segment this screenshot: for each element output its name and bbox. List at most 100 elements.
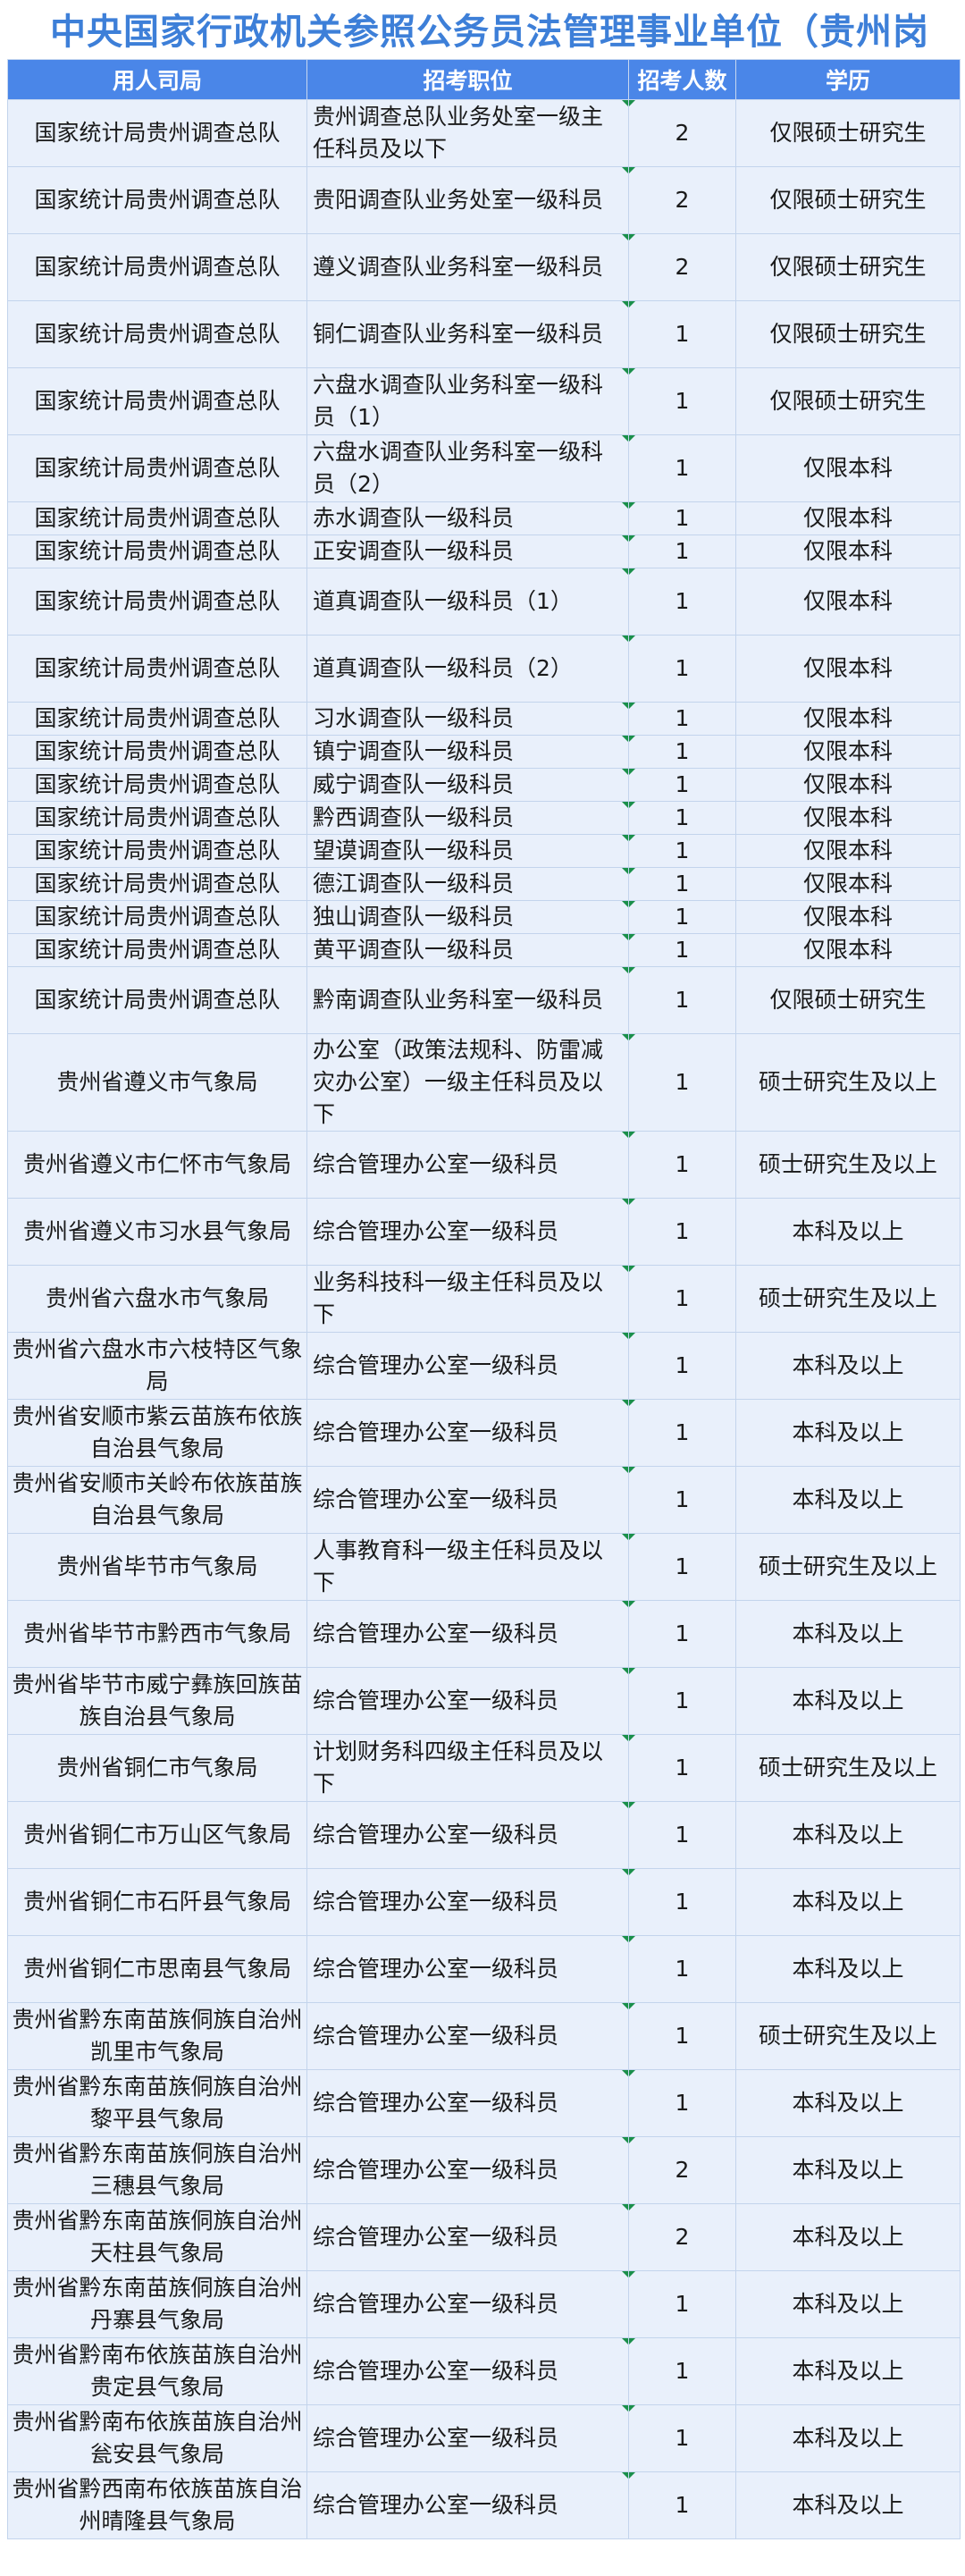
cell-position: 计划财务科四级主任科员及以下: [306, 1734, 629, 1802]
table-row: 国家统计局贵州调查总队 黔西调查队一级科员 1 仅限本科: [7, 801, 961, 835]
column-header-org: 用人司局: [7, 59, 307, 100]
cell-org: 贵州省安顺市紫云苗族布依族自治县气象局: [7, 1399, 307, 1467]
cell-education: 硕士研究生及以上: [735, 1265, 961, 1333]
cell-org: 贵州省遵义市气象局: [7, 1033, 307, 1132]
cell-position: 综合管理办公室一级科员: [306, 1332, 629, 1400]
cell-count: 2: [628, 99, 736, 167]
cell-org: 国家统计局贵州调查总队: [7, 966, 307, 1034]
cell-count: 1: [628, 933, 736, 967]
cell-education: 本科及以上: [735, 2270, 961, 2338]
cell-position: 综合管理办公室一级科员: [306, 1466, 629, 1534]
table-row: 国家统计局贵州调查总队 六盘水调查队业务科室一级科员（1） 1 仅限硕士研究生: [7, 367, 961, 435]
cell-position: 综合管理办公室一级科员: [306, 1667, 629, 1735]
table-row: 贵州省铜仁市万山区气象局 综合管理办公室一级科员 1 本科及以上: [7, 1801, 961, 1869]
table-row: 国家统计局贵州调查总队 遵义调查队业务科室一级科员 2 仅限硕士研究生: [7, 233, 961, 301]
cell-position: 综合管理办公室一级科员: [306, 2404, 629, 2472]
cell-position: 办公室（政策法规科、防雷减灾办公室）一级主任科员及以下: [306, 1033, 629, 1132]
cell-count: 1: [628, 1332, 736, 1400]
cell-count: 1: [628, 1734, 736, 1802]
cell-count: 1: [628, 1600, 736, 1668]
cell-org: 贵州省黔东南苗族侗族自治州天柱县气象局: [7, 2203, 307, 2271]
cell-position: 综合管理办公室一级科员: [306, 2203, 629, 2271]
cell-org: 贵州省安顺市关岭布依族苗族自治县气象局: [7, 1466, 307, 1534]
table-row: 贵州省铜仁市思南县气象局 综合管理办公室一级科员 1 本科及以上: [7, 1935, 961, 2003]
cell-count: 1: [628, 1265, 736, 1333]
cell-org: 国家统计局贵州调查总队: [7, 166, 307, 234]
cell-education: 本科及以上: [735, 1935, 961, 2003]
cell-count: 1: [628, 867, 736, 901]
cell-education: 硕士研究生及以上: [735, 1734, 961, 1802]
table-row: 国家统计局贵州调查总队 正安调查队一级科员 1 仅限本科: [7, 535, 961, 568]
cell-position: 综合管理办公室一级科员: [306, 2069, 629, 2137]
cell-education: 本科及以上: [735, 1466, 961, 1534]
table-row: 贵州省黔东南苗族侗族自治州凯里市气象局 综合管理办公室一级科员 1 硕士研究生及以上: [7, 2002, 961, 2070]
cell-education: 仅限本科: [735, 501, 961, 535]
cell-position: 综合管理办公室一级科员: [306, 2002, 629, 2070]
cell-org: 贵州省毕节市威宁彝族回族苗族自治县气象局: [7, 1667, 307, 1735]
table-row: 贵州省遵义市习水县气象局 综合管理办公室一级科员 1 本科及以上: [7, 1198, 961, 1266]
cell-position: 综合管理办公室一级科员: [306, 2136, 629, 2204]
table-row: 贵州省安顺市关岭布依族苗族自治县气象局 综合管理办公室一级科员 1 本科及以上: [7, 1466, 961, 1534]
cell-position: 威宁调查队一级科员: [306, 768, 629, 802]
cell-position: 遵义调查队业务科室一级科员: [306, 233, 629, 301]
cell-position: 综合管理办公室一级科员: [306, 1868, 629, 1936]
table-row: 贵州省铜仁市石阡县气象局 综合管理办公室一级科员 1 本科及以上: [7, 1868, 961, 1936]
cell-education: 本科及以上: [735, 2337, 961, 2405]
cell-org: 贵州省黔西南布依族苗族自治州晴隆县气象局: [7, 2471, 307, 2539]
table-row: 国家统计局贵州调查总队 独山调查队一级科员 1 仅限本科: [7, 900, 961, 934]
cell-position: 铜仁调查队业务科室一级科员: [306, 300, 629, 368]
cell-education: 本科及以上: [735, 2069, 961, 2137]
table-row: 国家统计局贵州调查总队 六盘水调查队业务科室一级科员（2） 1 仅限本科: [7, 434, 961, 502]
cell-position: 综合管理办公室一级科员: [306, 1399, 629, 1467]
cell-education: 仅限本科: [735, 801, 961, 835]
cell-count: 1: [628, 702, 736, 736]
column-header-count: 招考人数: [628, 59, 736, 100]
cell-education: 仅限本科: [735, 568, 961, 636]
recruitment-table: 用人司局 招考职位 招考人数 学历 国家统计局贵州调查总队 贵州调查总队业务处室一…: [7, 59, 961, 2539]
cell-education: 仅限本科: [735, 434, 961, 502]
cell-education: 仅限本科: [735, 900, 961, 934]
cell-count: 1: [628, 2404, 736, 2472]
cell-count: 1: [628, 535, 736, 568]
cell-org: 国家统计局贵州调查总队: [7, 768, 307, 802]
cell-count: 1: [628, 1801, 736, 1869]
cell-education: 仅限硕士研究生: [735, 166, 961, 234]
cell-org: 国家统计局贵州调查总队: [7, 233, 307, 301]
table-row: 贵州省遵义市仁怀市气象局 综合管理办公室一级科员 1 硕士研究生及以上: [7, 1131, 961, 1199]
cell-education: 仅限硕士研究生: [735, 966, 961, 1034]
cell-position: 业务科技科一级主任科员及以下: [306, 1265, 629, 1333]
cell-position: 综合管理办公室一级科员: [306, 2471, 629, 2539]
table-row: 贵州省毕节市气象局 人事教育科一级主任科员及以下 1 硕士研究生及以上: [7, 1533, 961, 1601]
cell-count: 1: [628, 1198, 736, 1266]
cell-count: 1: [628, 1533, 736, 1601]
cell-org: 贵州省铜仁市万山区气象局: [7, 1801, 307, 1869]
table-row: 国家统计局贵州调查总队 黄平调查队一级科员 1 仅限本科: [7, 933, 961, 967]
cell-position: 赤水调查队一级科员: [306, 501, 629, 535]
column-header-education: 学历: [735, 59, 961, 100]
cell-org: 贵州省黔东南苗族侗族自治州黎平县气象局: [7, 2069, 307, 2137]
cell-count: 1: [628, 1868, 736, 1936]
table-row: 国家统计局贵州调查总队 黔南调查队业务科室一级科员 1 仅限硕士研究生: [7, 966, 961, 1034]
cell-count: 1: [628, 2002, 736, 2070]
cell-education: 仅限本科: [735, 867, 961, 901]
cell-count: 1: [628, 2337, 736, 2405]
table-row: 国家统计局贵州调查总队 望谟调查队一级科员 1 仅限本科: [7, 834, 961, 868]
cell-org: 贵州省铜仁市石阡县气象局: [7, 1868, 307, 1936]
cell-org: 国家统计局贵州调查总队: [7, 434, 307, 502]
cell-org: 贵州省黔东南苗族侗族自治州丹寨县气象局: [7, 2270, 307, 2338]
cell-education: 硕士研究生及以上: [735, 2002, 961, 2070]
cell-count: 1: [628, 367, 736, 435]
cell-count: 2: [628, 2203, 736, 2271]
cell-education: 硕士研究生及以上: [735, 1033, 961, 1132]
cell-position: 黔西调查队一级科员: [306, 801, 629, 835]
cell-count: 1: [628, 1399, 736, 1467]
cell-org: 国家统计局贵州调查总队: [7, 535, 307, 568]
table-row: 国家统计局贵州调查总队 铜仁调查队业务科室一级科员 1 仅限硕士研究生: [7, 300, 961, 368]
table-row: 国家统计局贵州调查总队 习水调查队一级科员 1 仅限本科: [7, 702, 961, 736]
table-row: 国家统计局贵州调查总队 德江调查队一级科员 1 仅限本科: [7, 867, 961, 901]
table-row: 贵州省毕节市威宁彝族回族苗族自治县气象局 综合管理办公室一级科员 1 本科及以上: [7, 1667, 961, 1735]
cell-education: 本科及以上: [735, 1198, 961, 1266]
cell-education: 仅限本科: [735, 834, 961, 868]
cell-education: 仅限硕士研究生: [735, 233, 961, 301]
cell-position: 德江调查队一级科员: [306, 867, 629, 901]
